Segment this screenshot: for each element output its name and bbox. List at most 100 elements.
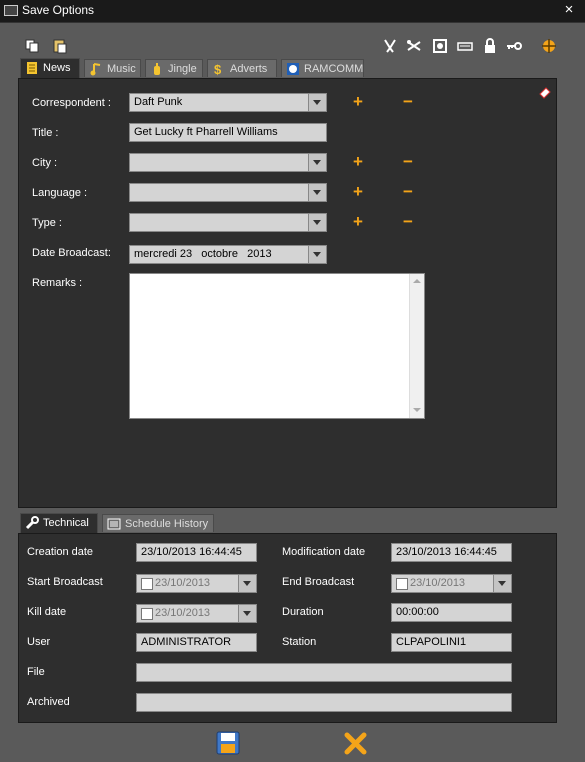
creation-date-field: 23/10/2013 16:44:45 [136, 543, 257, 562]
tab-technical[interactable]: Technical [20, 513, 98, 533]
end-broadcast-checkbox[interactable] [396, 578, 408, 590]
start-broadcast-label: Start Broadcast [27, 576, 103, 588]
remarks-scrollbar[interactable] [409, 274, 424, 418]
window-title: Save Options [22, 3, 95, 17]
floppy-disk-icon[interactable] [216, 731, 240, 755]
add-language-button[interactable]: + [351, 183, 365, 200]
title-label: Title : [32, 127, 59, 139]
city-label: City : [32, 157, 58, 169]
correspondent-value: Daft Punk [134, 96, 183, 108]
add-correspondent-button[interactable]: + [351, 93, 365, 110]
dollar-icon: $ [214, 62, 222, 76]
date-broadcast-value: mercredi 23 octobre 2013 [134, 248, 272, 260]
paste-icon[interactable] [52, 38, 68, 54]
date-broadcast-picker[interactable]: mercredi 23 octobre 2013 [129, 245, 327, 264]
chevron-down-icon[interactable] [238, 605, 256, 622]
tab-adverts-label: Adverts [230, 63, 268, 75]
correspondent-label: Correspondent : [32, 97, 111, 109]
chevron-down-icon[interactable] [308, 94, 326, 111]
archived-field [136, 693, 512, 712]
duration-field: 00:00:00 [391, 603, 512, 622]
add-city-button[interactable]: + [351, 153, 365, 170]
scroll-up-icon[interactable] [413, 279, 421, 283]
tab-jingle-label: Jingle [168, 63, 197, 75]
remarks-label: Remarks : [32, 277, 83, 289]
chevron-down-icon[interactable] [238, 575, 256, 592]
crosshair-icon[interactable] [541, 38, 557, 54]
tab-technical-label: Technical [43, 517, 89, 529]
remove-type-button[interactable]: − [401, 213, 415, 230]
kill-date-checkbox[interactable] [141, 608, 153, 620]
cut-icon[interactable] [406, 38, 422, 54]
tab-music-label: Music [107, 63, 136, 75]
language-dropdown[interactable] [129, 183, 327, 202]
tab-music[interactable]: Music [84, 59, 141, 77]
tab-news[interactable]: News [20, 58, 80, 78]
music-note-icon [90, 63, 101, 76]
tab-news-label: News [43, 62, 71, 74]
chevron-down-icon[interactable] [308, 154, 326, 171]
user-field: ADMINISTRATOR [136, 633, 257, 652]
title-field[interactable]: Get Lucky ft Pharrell Williams [129, 123, 327, 142]
chevron-down-icon[interactable] [308, 184, 326, 201]
type-dropdown[interactable] [129, 213, 327, 232]
close-button[interactable]: × [560, 1, 578, 19]
bottom-tab-bar: Technical Schedule History [20, 513, 220, 533]
tab-schedule-history[interactable]: Schedule History [102, 514, 214, 532]
add-type-button[interactable]: + [351, 213, 365, 230]
news-icon [27, 62, 37, 74]
type-label: Type : [32, 217, 62, 229]
copy-icon[interactable] [24, 38, 40, 54]
tab-ramcomm-label: RAMCOMM [304, 63, 364, 75]
modification-date-field: 23/10/2013 16:44:45 [391, 543, 512, 562]
scroll-down-icon[interactable] [413, 408, 421, 412]
kill-date-picker[interactable]: 23/10/2013 [136, 604, 257, 623]
file-label: File [27, 666, 45, 678]
user-label: User [27, 636, 51, 648]
start-broadcast-checkbox[interactable] [141, 578, 153, 590]
chevron-down-icon[interactable] [308, 246, 326, 263]
start-broadcast-picker[interactable]: 23/10/2013 [136, 574, 257, 593]
remove-language-button[interactable]: − [401, 183, 415, 200]
language-label: Language : [32, 187, 88, 199]
station-label: Station [282, 636, 317, 648]
target-icon[interactable] [432, 38, 448, 54]
remove-correspondent-button[interactable]: − [401, 93, 415, 110]
app-icon [4, 5, 18, 16]
cancel-x-icon[interactable] [343, 731, 368, 756]
title-bar: Save Options × [0, 0, 585, 23]
svg-text:$: $ [214, 62, 222, 76]
eraser-icon[interactable] [538, 85, 552, 99]
chevron-down-icon[interactable] [308, 214, 326, 231]
wrench-icon [25, 516, 39, 530]
chevron-down-icon[interactable] [493, 575, 511, 592]
tab-schedule-history-label: Schedule History [125, 518, 209, 530]
jingle-icon [154, 63, 160, 75]
tab-adverts[interactable]: $ Adverts [207, 59, 277, 77]
correspondent-dropdown[interactable]: Daft Punk [129, 93, 327, 112]
modification-date-label: Modification date [282, 546, 366, 558]
end-broadcast-value: 23/10/2013 [410, 577, 466, 589]
city-dropdown[interactable] [129, 153, 327, 172]
end-broadcast-picker[interactable]: 23/10/2013 [391, 574, 512, 593]
archived-label: Archived [27, 696, 70, 708]
start-broadcast-value: 23/10/2013 [155, 577, 211, 589]
kill-date-label: Kill date [27, 606, 67, 618]
remove-city-button[interactable]: − [401, 153, 415, 170]
duration-label: Duration [282, 606, 324, 618]
key-icon[interactable] [506, 38, 522, 54]
tab-ramcomm[interactable]: RAMCOMM [281, 59, 364, 77]
date-broadcast-label: Date Broadcast: [32, 247, 111, 259]
kill-date-value: 23/10/2013 [155, 607, 211, 619]
end-broadcast-label: End Broadcast [282, 576, 355, 588]
scissors-icon[interactable] [382, 38, 398, 54]
keyboard-icon[interactable] [457, 38, 473, 54]
ramcomm-icon [287, 63, 299, 75]
top-tab-bar: News Music Jingle $ Adverts RAMCOMM [20, 58, 370, 78]
tab-jingle[interactable]: Jingle [145, 59, 203, 77]
list-icon [107, 518, 121, 530]
file-field [136, 663, 512, 682]
remarks-textarea[interactable] [129, 273, 425, 419]
station-field: CLPAPOLINI1 [391, 633, 512, 652]
lock-icon[interactable] [482, 38, 498, 54]
